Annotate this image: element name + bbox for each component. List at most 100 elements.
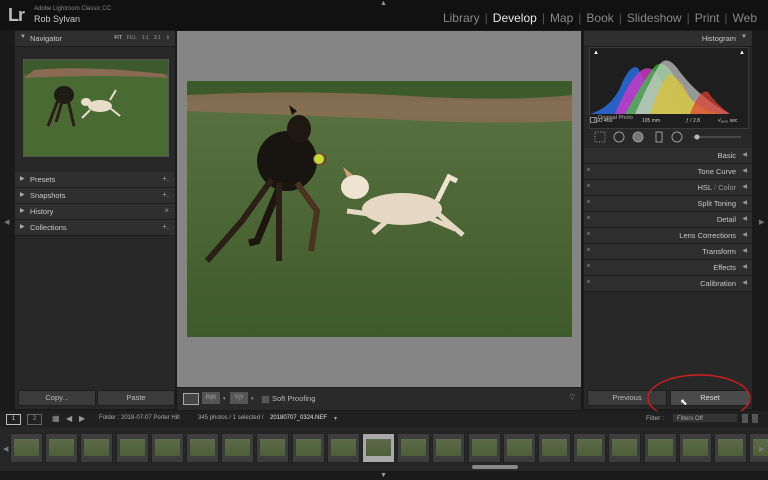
filmstrip-thumb[interactable] <box>221 433 255 463</box>
thumb-image <box>612 439 638 456</box>
expand-triangle-icon: ▶ <box>20 192 25 198</box>
module-library[interactable]: Library <box>438 11 485 25</box>
filmstrip-thumb[interactable] <box>397 433 431 463</box>
filter-dropdown[interactable]: Filters Off <box>672 413 738 423</box>
left-panel-toggle-icon[interactable]: ◀ <box>4 218 9 226</box>
panel-calibration[interactable]: Calibration ◀ <box>584 276 752 292</box>
zoom-1-1[interactable]: 1:1 <box>142 35 149 41</box>
panel-switch-icon[interactable] <box>587 216 590 219</box>
filmstrip-scrollbar[interactable] <box>472 465 518 469</box>
zoom-menu-icon[interactable]: ⇕ <box>166 35 170 41</box>
dropdown-arrow-icon[interactable]: ▾ <box>223 396 226 402</box>
panel-effects[interactable]: Effects ◀ <box>584 260 752 276</box>
view-2-button[interactable]: 2 <box>27 414 42 425</box>
panel-split-toning[interactable]: Split Toning ◀ <box>584 196 752 212</box>
zoom-fit[interactable]: FIT <box>114 35 122 41</box>
filmstrip-thumb[interactable] <box>678 433 712 463</box>
panel-detail[interactable]: Detail ◀ <box>584 212 752 228</box>
filmstrip-thumb[interactable] <box>10 433 43 463</box>
filmstrip-thumb[interactable] <box>186 433 219 463</box>
filmstrip-thumb[interactable] <box>573 433 607 463</box>
filmstrip-thumb[interactable] <box>115 433 149 463</box>
highlight-clipping-icon[interactable]: ▲ <box>739 50 745 56</box>
expand-triangle-icon: ◀ <box>742 280 747 286</box>
zoom-3-1[interactable]: 3:1 <box>154 35 161 41</box>
copy-button[interactable]: Copy... <box>18 390 96 406</box>
filter-menu-icon[interactable] <box>752 414 758 423</box>
view-1-button[interactable]: 1 <box>6 414 21 425</box>
panel-switch-icon[interactable] <box>587 248 590 251</box>
before-after-lr-icon[interactable]: R|R <box>202 392 220 404</box>
add-collection-icon[interactable]: +. <box>162 222 169 231</box>
loupe-view-icon[interactable] <box>183 393 199 405</box>
filmstrip-thumb[interactable] <box>150 433 184 463</box>
navigator-preview[interactable] <box>23 59 169 157</box>
photo-count: 345 photos / 1 selected / <box>198 415 264 421</box>
shutter-speed: ¹⁄₁₆₀₀ sec <box>718 118 738 124</box>
right-panel-toggle-icon[interactable]: ▶ <box>759 218 764 226</box>
expand-triangle-icon: ◀ <box>742 168 747 174</box>
back-arrow-icon[interactable]: ◀ <box>66 414 72 423</box>
filmstrip-thumb[interactable] <box>326 433 360 463</box>
folder-path[interactable]: Folder : 2018-07-07 Porter Hill <box>99 415 180 421</box>
before-after-tb-icon[interactable]: Y|Y <box>230 392 248 404</box>
filmstrip-right-icon[interactable]: ▶ <box>759 445 764 453</box>
module-book[interactable]: Book <box>581 11 618 25</box>
filmstrip-thumb[interactable] <box>80 433 114 463</box>
photo-canvas[interactable] <box>177 31 581 387</box>
filmstrip-thumb[interactable] <box>467 433 501 463</box>
filmstrip-thumb[interactable] <box>432 433 466 463</box>
forward-arrow-icon[interactable]: ▶ <box>79 414 85 423</box>
collections-label: Collections <box>30 223 67 232</box>
add-preset-icon[interactable]: +. <box>162 174 169 183</box>
shadow-clipping-icon[interactable]: ▲ <box>593 50 599 56</box>
navigator-header[interactable]: ▼ Navigator FIT FILL 1:1 3:1 ⇕ <box>15 31 175 47</box>
add-snapshot-icon[interactable]: +. <box>162 190 169 199</box>
original-photo-icon <box>590 117 597 123</box>
soft-proofing-checkbox[interactable] <box>261 395 270 404</box>
filename-dropdown-icon[interactable]: ▾ <box>334 415 337 422</box>
panel-switch-icon[interactable] <box>587 264 590 267</box>
top-panel-toggle-icon[interactable]: ▲ <box>380 0 387 7</box>
bottom-panel-toggle-icon[interactable]: ▼ <box>380 472 387 479</box>
panel-hsl-color[interactable]: HSL / Color ◀ <box>584 180 752 196</box>
dropdown-arrow-icon[interactable]: ▾ <box>251 396 254 402</box>
panel-switch-icon[interactable] <box>587 168 590 171</box>
panel-switch-icon[interactable] <box>587 280 590 283</box>
toolbar-menu-icon[interactable]: ▽ <box>570 393 575 401</box>
module-map[interactable]: Map <box>545 11 578 25</box>
panel-switch-icon[interactable] <box>587 200 590 203</box>
presets-header[interactable]: ▶ Presets +. <box>15 172 175 188</box>
filmstrip-thumb[interactable] <box>291 433 325 463</box>
filmstrip-thumb[interactable] <box>502 433 536 463</box>
filmstrip-thumb[interactable] <box>608 433 642 463</box>
panel-basic[interactable]: Basic ◀ <box>584 148 752 164</box>
module-develop[interactable]: Develop <box>488 11 542 25</box>
zoom-fill[interactable]: FILL <box>127 35 137 41</box>
filmstrip-left-icon[interactable]: ◀ <box>3 445 8 453</box>
filmstrip-thumb[interactable] <box>45 433 79 463</box>
panel-switch-icon[interactable] <box>587 232 590 235</box>
module-slideshow[interactable]: Slideshow <box>622 11 687 25</box>
module-web[interactable]: Web <box>728 11 762 25</box>
history-header[interactable]: ▶ History × <box>15 204 175 220</box>
module-print[interactable]: Print <box>690 11 725 25</box>
filmstrip-thumb-selected[interactable] <box>362 433 395 463</box>
filmstrip-thumb[interactable] <box>256 433 290 463</box>
paste-button[interactable]: Paste <box>97 390 175 406</box>
filmstrip-thumb[interactable] <box>714 433 747 463</box>
panel-switch-icon[interactable] <box>587 184 590 187</box>
histogram-header[interactable]: Histogram ▼ <box>584 31 752 47</box>
panel-tone-curve[interactable]: Tone Curve ◀ <box>584 164 752 180</box>
panel-transform[interactable]: Transform ◀ <box>584 244 752 260</box>
grid-view-icon[interactable]: ▦ <box>52 414 60 423</box>
selected-filename[interactable]: 20180707_0324.NEF <box>270 415 327 421</box>
snapshots-header[interactable]: ▶ Snapshots +. <box>15 188 175 204</box>
panel-lens-corrections[interactable]: Lens Corrections ◀ <box>584 228 752 244</box>
collections-header[interactable]: ▶ Collections +. <box>15 220 175 236</box>
clear-history-icon[interactable]: × <box>164 206 169 215</box>
filmstrip-thumb[interactable] <box>643 433 677 463</box>
expand-triangle-icon: ◀ <box>742 264 747 270</box>
filmstrip-thumb[interactable] <box>538 433 571 463</box>
filter-lock-icon[interactable] <box>742 414 748 423</box>
